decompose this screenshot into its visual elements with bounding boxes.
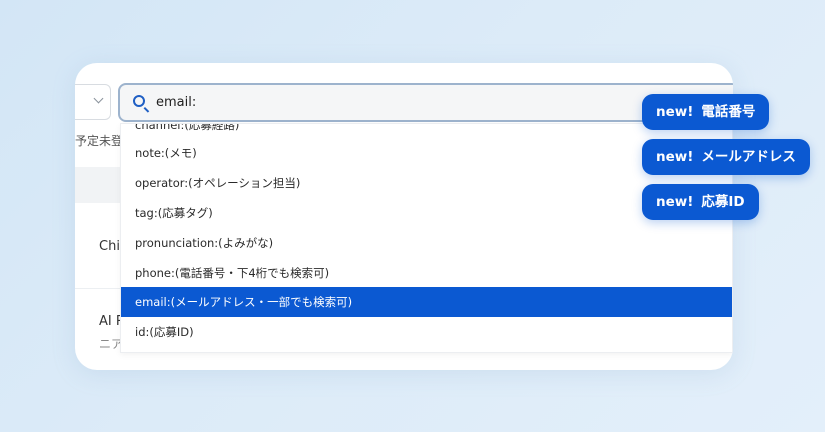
badge-label: メールアドレス bbox=[701, 149, 796, 165]
suggestion-operator[interactable]: operator:(オペレーション担当) bbox=[121, 168, 732, 198]
search-input[interactable] bbox=[156, 85, 716, 120]
search-card: 予定未登録 Chi AI R ニア channel:(応募経路) note:(メ… bbox=[75, 63, 733, 370]
row-name: Chi bbox=[99, 239, 120, 254]
suggestion-phone[interactable]: phone:(電話番号・下4桁でも検索可) bbox=[121, 258, 732, 288]
chevron-down-icon bbox=[93, 93, 104, 104]
new-badge-email: new! メールアドレス bbox=[642, 139, 810, 175]
suggestion-tag[interactable]: tag:(応募タグ) bbox=[121, 198, 732, 228]
suggestion-note[interactable]: note:(メモ) bbox=[121, 138, 732, 168]
suggestion-id[interactable]: id:(応募ID) bbox=[121, 317, 732, 347]
filter-select[interactable] bbox=[75, 84, 111, 120]
new-badge-phone: new! 電話番号 bbox=[642, 94, 770, 130]
search-field[interactable] bbox=[118, 83, 733, 122]
suggestion-email[interactable]: email:(メールアドレス・一部でも検索可) bbox=[121, 287, 732, 317]
badge-label: 応募ID bbox=[701, 194, 745, 210]
new-label: new! bbox=[656, 194, 694, 210]
suggestion-pronunciation[interactable]: pronunciation:(よみがな) bbox=[121, 228, 732, 258]
new-label: new! bbox=[656, 104, 694, 120]
new-label: new! bbox=[656, 149, 694, 165]
new-badge-id: new! 応募ID bbox=[642, 184, 759, 220]
badge-label: 電話番号 bbox=[701, 104, 756, 120]
search-icon bbox=[133, 95, 145, 107]
